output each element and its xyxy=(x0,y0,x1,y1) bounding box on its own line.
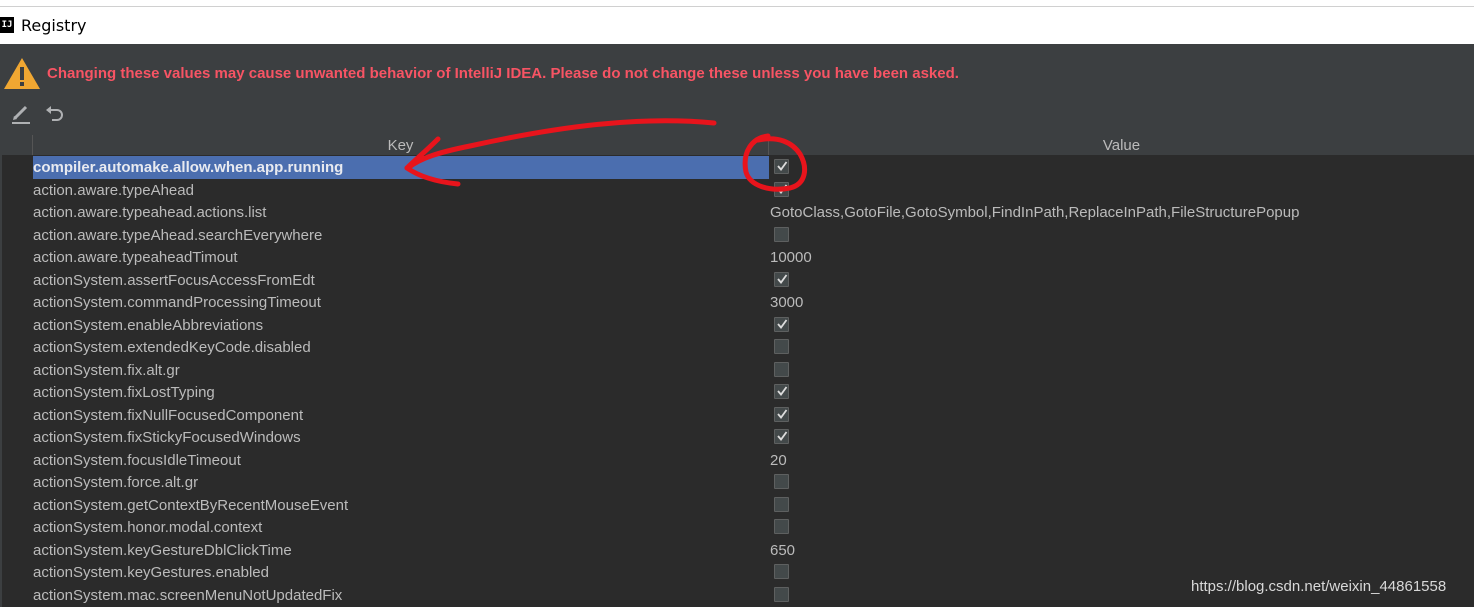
value-checkbox[interactable] xyxy=(774,384,789,399)
value-checkbox[interactable] xyxy=(774,406,789,422)
registry-value-checkbox-cell[interactable] xyxy=(770,404,1474,427)
checkmark-icon xyxy=(777,273,788,284)
table-row[interactable]: actionSystem.fixStickyFocusedWindows xyxy=(2,426,1474,449)
table-row[interactable]: actionSystem.focusIdleTimeout 20 xyxy=(2,449,1474,472)
edit-button[interactable] xyxy=(9,101,33,125)
table-row[interactable]: actionSystem.fixNullFocusedComponent xyxy=(2,404,1474,427)
table-row[interactable]: actionSystem.assertFocusAccessFromEdt xyxy=(2,269,1474,292)
checkmark-icon xyxy=(777,161,788,171)
registry-value-checkbox-cell[interactable] xyxy=(770,224,1474,247)
registry-value-text[interactable]: GotoClass,GotoFile,GotoSymbol,FindInPath… xyxy=(770,201,1474,224)
value-checkbox[interactable] xyxy=(774,159,789,174)
registry-key[interactable]: actionSystem.honor.modal.context xyxy=(33,516,769,539)
table-row[interactable]: actionSystem.force.alt.gr xyxy=(2,471,1474,494)
registry-value-text[interactable]: 20 xyxy=(770,449,1474,472)
registry-key[interactable]: action.aware.typeAhead xyxy=(33,179,769,202)
registry-value-checkbox-cell[interactable] xyxy=(770,314,1474,337)
warning-banner: Changing these values may cause unwanted… xyxy=(0,44,1474,94)
registry-key[interactable]: actionSystem.mac.screenMenuNotUpdatedFix xyxy=(33,584,769,607)
table-row[interactable]: actionSystem.extendedKeyCode.disabled xyxy=(2,336,1474,359)
table-row[interactable]: action.aware.typeaheadTimout 10000 xyxy=(2,246,1474,269)
registry-key[interactable]: action.aware.typeahead.actions.list xyxy=(33,201,769,224)
table-row[interactable]: compiler.automake.allow.when.app.running xyxy=(2,156,1474,179)
value-checkbox[interactable] xyxy=(774,496,789,512)
registry-key[interactable]: action.aware.typeAhead.searchEverywhere xyxy=(33,224,769,247)
checkmark-icon xyxy=(777,431,788,441)
registry-key[interactable]: actionSystem.keyGestureDblClickTime xyxy=(33,539,769,562)
value-checkbox[interactable] xyxy=(774,271,789,287)
value-checkbox[interactable] xyxy=(774,586,789,602)
registry-value-checkbox-cell[interactable] xyxy=(770,269,1474,292)
registry-key[interactable]: actionSystem.focusIdleTimeout xyxy=(33,449,769,472)
value-checkbox[interactable] xyxy=(774,474,789,489)
registry-value-text[interactable]: 650 xyxy=(770,539,1474,562)
registry-key[interactable]: action.aware.typeaheadTimout xyxy=(33,246,769,269)
table-row[interactable]: action.aware.typeAhead xyxy=(2,179,1474,202)
checkmark-icon xyxy=(777,408,788,419)
registry-key[interactable]: actionSystem.enableAbbreviations xyxy=(33,314,769,337)
registry-key[interactable]: actionSystem.fixStickyFocusedWindows xyxy=(33,426,769,449)
registry-value-checkbox-cell[interactable] xyxy=(770,381,1474,404)
intellij-app-icon: IJ xyxy=(0,17,14,33)
registry-key[interactable]: actionSystem.extendedKeyCode.disabled xyxy=(33,336,769,359)
registry-value-checkbox-cell[interactable] xyxy=(770,336,1474,359)
registry-value-checkbox-cell[interactable] xyxy=(770,179,1474,202)
header-gutter xyxy=(2,135,33,155)
table-row[interactable]: actionSystem.keyGestureDblClickTime 650 xyxy=(2,539,1474,562)
warning-message: Changing these values may cause unwanted… xyxy=(47,65,959,82)
edit-pencil-icon xyxy=(12,105,30,124)
registry-table: Key Value compiler.automake.allow.when.a… xyxy=(2,135,1474,607)
registry-key[interactable]: compiler.automake.allow.when.app.running xyxy=(33,156,769,179)
column-header-value[interactable]: Value xyxy=(769,135,1474,155)
registry-key[interactable]: actionSystem.keyGestures.enabled xyxy=(33,561,769,584)
table-row[interactable]: actionSystem.fix.alt.gr xyxy=(2,359,1474,382)
table-row[interactable]: actionSystem.enableAbbreviations xyxy=(2,314,1474,337)
registry-value-text[interactable]: 10000 xyxy=(770,246,1474,269)
top-strip xyxy=(0,0,1474,7)
table-row[interactable]: action.aware.typeAhead.searchEverywhere xyxy=(2,224,1474,247)
value-checkbox[interactable] xyxy=(774,564,789,579)
watermark: https://blog.csdn.net/weixin_44861558 xyxy=(1191,578,1447,595)
value-checkbox[interactable] xyxy=(774,316,789,332)
undo-icon xyxy=(46,106,63,121)
checkmark-icon xyxy=(777,386,788,396)
registry-value-checkbox-cell[interactable] xyxy=(770,156,1474,179)
table-row[interactable]: actionSystem.getContextByRecentMouseEven… xyxy=(2,494,1474,517)
value-checkbox[interactable] xyxy=(774,339,789,354)
registry-value-checkbox-cell[interactable] xyxy=(770,471,1474,494)
value-checkbox[interactable] xyxy=(774,181,789,197)
registry-key[interactable]: actionSystem.fixLostTyping xyxy=(33,381,769,404)
registry-key[interactable]: actionSystem.getContextByRecentMouseEven… xyxy=(33,494,769,517)
registry-key[interactable]: actionSystem.fixNullFocusedComponent xyxy=(33,404,769,427)
registry-value-checkbox-cell[interactable] xyxy=(770,516,1474,539)
table-row[interactable]: actionSystem.honor.modal.context xyxy=(2,516,1474,539)
registry-value-checkbox-cell[interactable] xyxy=(770,426,1474,449)
value-checkbox[interactable] xyxy=(774,226,789,242)
value-checkbox[interactable] xyxy=(774,519,789,534)
value-checkbox[interactable] xyxy=(774,429,789,444)
table-header: Key Value xyxy=(2,135,1474,156)
checkmark-icon xyxy=(777,183,788,194)
column-header-key[interactable]: Key xyxy=(33,135,769,155)
table-row[interactable]: actionSystem.commandProcessingTimeout 300… xyxy=(2,291,1474,314)
warning-triangle-icon xyxy=(4,58,40,89)
revert-button[interactable] xyxy=(43,101,67,125)
value-checkbox[interactable] xyxy=(774,361,789,377)
registry-value-text[interactable]: 3000 xyxy=(770,291,1474,314)
registry-key[interactable]: actionSystem.commandProcessingTimeout xyxy=(33,291,769,314)
checkmark-icon xyxy=(777,318,788,329)
table-row[interactable]: actionSystem.fixLostTyping xyxy=(2,381,1474,404)
registry-key[interactable]: actionSystem.fix.alt.gr xyxy=(33,359,769,382)
table-row[interactable]: action.aware.typeahead.actions.list GotoC… xyxy=(2,201,1474,224)
registry-value-checkbox-cell[interactable] xyxy=(770,494,1474,517)
registry-key[interactable]: actionSystem.force.alt.gr xyxy=(33,471,769,494)
title-bar: IJ Registry xyxy=(0,7,1474,44)
table-rows: compiler.automake.allow.when.app.running… xyxy=(2,156,1474,606)
registry-value-checkbox-cell[interactable] xyxy=(770,359,1474,382)
window-title: Registry xyxy=(21,16,87,35)
registry-key[interactable]: actionSystem.assertFocusAccessFromEdt xyxy=(33,269,769,292)
toolbar xyxy=(0,96,200,132)
